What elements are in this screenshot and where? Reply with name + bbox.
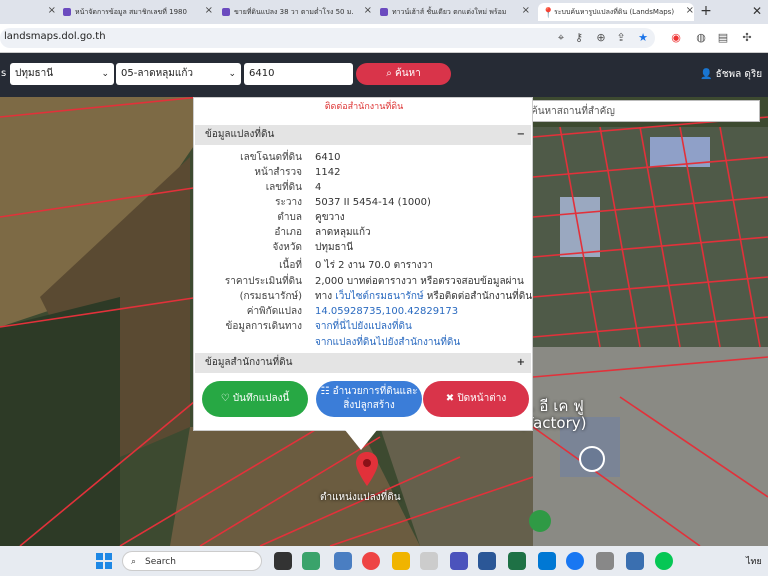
windows-start-icon[interactable] [96,553,112,569]
treasury-website-link[interactable]: เว็บไซต์กรมธนารักษ์ [335,291,423,302]
puzzle-icon[interactable]: ✣ [740,31,754,44]
field-travel-info-2: จากแปลงที่ดินไปยังสำนักงานที่ดิน [194,335,534,350]
directions-to-parcel-link[interactable]: จากที่นี่ไปยังแปลงที่ดิน [315,319,412,334]
tab-townhouse[interactable]: ทาวน์เฮ้าส์ ชั้นเดียว ตกแต่งใหม่ พร้อม × [380,3,530,21]
app-icon[interactable] [596,552,614,570]
place-search-input[interactable]: ค้นหาสถานที่สำคัญ [524,100,760,122]
tab-previous[interactable]: × [0,3,56,21]
key-icon[interactable]: ⚷ [572,31,586,44]
extension-opera-icon[interactable]: ◉ [669,31,683,44]
app-icon[interactable] [420,552,438,570]
address-bar: landsmaps.dol.go.th [0,24,768,53]
app-navbar: s ปทุมธานี ⌄ 05-ลาดหลุมแก้ว ⌄ 6410 ⌕ ค้น… [0,53,768,97]
nav-prefix-text: s [1,68,7,79]
close-tab-icon[interactable]: × [686,5,694,16]
expand-icon[interactable]: + [517,353,525,373]
office-section-header[interactable]: ข้อมูลสำนักงานที่ดิน + [195,353,531,373]
taskbar-search-box[interactable]: ⌕ Search [122,551,262,571]
app-icon[interactable] [302,552,320,570]
chevron-down-icon: ⌄ [101,69,109,79]
parcel-location-label: ตำแหน่งแปลงที่ดิน [320,492,401,503]
field-province: จังหวัด ปทุมธานี [272,242,354,253]
field-subdistrict: ตำบล คูขวาง [277,212,345,223]
facebook-icon[interactable] [566,552,584,570]
field-survey-page: หน้าสำรวจ 1142 [254,167,341,178]
coordinates-link[interactable]: 14.05928735,100.42829173 [315,304,458,319]
close-tab-icon[interactable]: × [48,5,56,16]
windows-taskbar: ⌕ Search ไทย [0,546,768,576]
word-icon[interactable] [478,552,496,570]
chrome-icon[interactable] [362,552,380,570]
parcel-section-header[interactable]: ข้อมูลแปลงที่ดิน − [195,125,531,145]
field-deed-no: เลขโฉนดที่ดิน 6410 [240,152,341,163]
store-icon[interactable] [538,552,556,570]
window-close-icon[interactable]: ✕ [722,0,768,24]
site-favicon-icon [222,8,230,16]
field-district: อำเภอ ลาดหลุมแก้ว [274,227,371,238]
extension-icon[interactable]: ◍ [694,31,708,44]
tab-land-sale[interactable]: ขายที่ดินแปลง 38 วา ตามต่ำโรง 50 ม. × [222,3,372,21]
close-tab-icon[interactable]: × [364,5,372,16]
new-tab-button[interactable]: + [697,2,715,20]
tab-member-data[interactable]: หน้าจัดการข้อมูล สมาชิกเลขที่ 1980 × [63,3,213,21]
search-button[interactable]: ⌕ ค้นหา [356,63,451,85]
user-icon: 👤 [700,69,716,80]
zoom-icon[interactable]: ⊕ [594,31,608,44]
parcel-info-popup: ติดต่อสำนักงานที่ดิน ข้อมูลแปลงที่ดิน − … [193,97,533,431]
input-language[interactable]: ไทย [746,554,762,568]
contact-land-office-link[interactable]: ติดต่อสำนักงานที่ดิน [194,99,534,113]
land-building-info-button[interactable]: ☷ อำนวยการที่ดินและสิ่งปลูกสร้าง [316,381,422,417]
task-view-icon[interactable] [274,552,292,570]
save-parcel-button[interactable]: ♡ บันทึกแปลงนี้ [202,381,308,417]
close-tab-icon[interactable]: × [205,5,213,16]
site-favicon-icon [380,8,388,16]
parcel-pin-icon[interactable] [356,452,378,486]
map-pin-favicon-icon: 📍 [542,8,555,19]
field-area: เนื้อที่ 0 ไร่ 2 งาน 70.0 ตารางวา [279,260,433,271]
app-icon[interactable] [334,552,352,570]
excel-icon[interactable] [508,552,526,570]
close-tab-icon[interactable]: × [522,5,530,16]
popup-pointer [345,430,377,450]
close-window-button[interactable]: ✖ ปิดหน้าต่าง [423,381,529,417]
field-appraisal-source: (กรมธนารักษ์) ทาง เว็บไซต์กรมธนารักษ์ หร… [239,291,533,302]
chevron-down-icon: ⌄ [228,69,236,79]
province-select[interactable]: ปทุมธานี ⌄ [10,63,114,85]
field-coordinates: ค่าพิกัดแปลง 14.05928735,100.42829173 [246,304,459,319]
collapse-icon[interactable]: − [517,125,525,145]
browser-tab-bar: × หน้าจัดการข้อมูล สมาชิกเลขที่ 1980 × ข… [0,0,768,24]
directions-to-office-link[interactable]: จากแปลงที่ดินไปยังสำนักงานที่ดิน [315,335,460,350]
user-menu[interactable]: 👤 ธัชพล ดุริย [700,67,762,82]
teams-icon[interactable] [450,552,468,570]
bookmark-star-icon[interactable]: ★ [636,31,650,44]
line-icon[interactable] [655,552,673,570]
file-explorer-icon[interactable] [392,552,410,570]
search-icon: ⌕ [131,557,137,567]
field-travel-info: ข้อมูลการเดินทาง จากที่นี่ไปยังแปลงที่ดิน [225,319,412,334]
field-map-sheet: ระวาง 5037 II 5454-14 (1000) [275,197,431,208]
tab-landsmaps[interactable]: 📍 ระบบค้นหารูปแปลงที่ดิน (LandsMaps) × [538,3,694,21]
district-select[interactable]: 05-ลาดหลุมแก้ว ⌄ [116,63,241,85]
reading-list-icon[interactable]: ▤ [716,31,730,44]
parcel-number-input[interactable]: 6410 [244,63,353,85]
location-icon[interactable]: ⌖ [554,31,568,45]
field-land-no: เลขที่ดิน 4 [265,182,322,193]
site-favicon-icon [63,8,71,16]
field-appraisal-price: ราคาประเมินที่ดิน 2,000 บาทต่อตารางวา หรื… [224,276,524,287]
share-icon[interactable]: ⇪ [614,31,628,44]
app-icon[interactable] [626,552,644,570]
search-icon: ⌕ [386,68,396,79]
